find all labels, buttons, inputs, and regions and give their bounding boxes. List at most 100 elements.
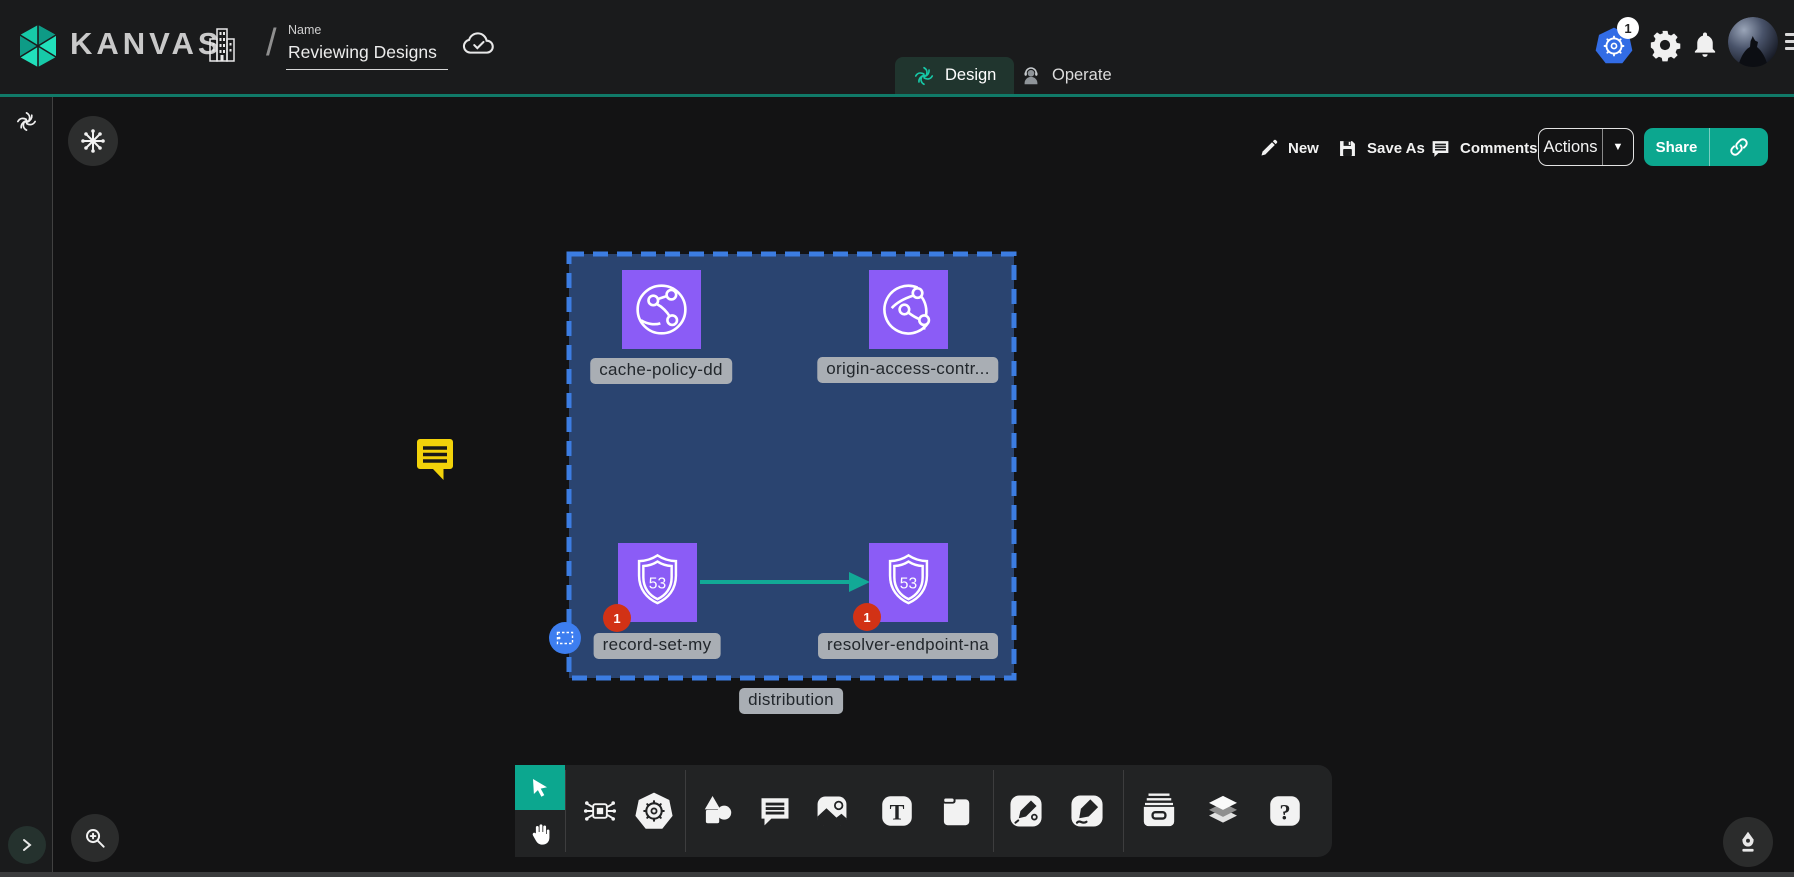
toolbar-divider <box>993 770 994 852</box>
group-label-distribution[interactable]: distribution <box>739 688 843 714</box>
header: KANVAS / Name <box>0 0 1794 94</box>
canvas-loader-button[interactable] <box>68 116 118 166</box>
drawer-icon <box>1138 790 1180 832</box>
dashed-rect-icon <box>556 631 574 645</box>
node-record-set[interactable]: 53 <box>618 543 697 622</box>
chip-icon <box>581 792 619 830</box>
sticky-note-icon <box>936 792 974 830</box>
node-label-resolver-endpoint[interactable]: resolver-endpoint-na <box>818 633 998 659</box>
link-icon <box>1728 136 1750 158</box>
organization-icon[interactable] <box>206 26 238 64</box>
tab-design-label: Design <box>945 66 996 85</box>
route53-shield-icon: 53 <box>618 543 697 622</box>
svg-text:53: 53 <box>649 575 666 592</box>
shapes-tool-button[interactable] <box>697 791 737 831</box>
snowflake-icon <box>80 128 106 154</box>
kubernetes-tool-button[interactable] <box>632 789 676 833</box>
actions-dropdown-button[interactable]: Actions ▼ <box>1538 128 1634 166</box>
actions-caret-icon[interactable]: ▼ <box>1603 141 1633 153</box>
pencil-scribble-icon <box>1067 791 1107 831</box>
design-name-input[interactable] <box>286 40 448 70</box>
help-button[interactable]: ? <box>1266 792 1304 830</box>
left-sidebar <box>0 97 53 877</box>
new-button[interactable]: New <box>1258 133 1319 163</box>
share-label: Share <box>1644 139 1709 156</box>
share-button[interactable]: Share <box>1644 128 1768 166</box>
svg-text:?: ? <box>1279 799 1290 824</box>
settings-gear-icon[interactable] <box>1648 28 1682 62</box>
toolbar-divider <box>685 770 686 852</box>
toolbar-divider <box>565 770 566 852</box>
svg-text:53: 53 <box>900 575 917 592</box>
pen-path-tool-button[interactable] <box>1006 791 1046 831</box>
layers-icon <box>1202 790 1244 832</box>
help-icon: ? <box>1266 792 1304 830</box>
meshery-spiral-icon[interactable] <box>15 110 38 133</box>
cloudfront-origin-access-icon <box>869 270 948 349</box>
cloud-saved-icon <box>461 28 497 58</box>
new-label: New <box>1288 140 1319 157</box>
drawer-tool-button[interactable] <box>1138 790 1180 832</box>
kubernetes-count-badge: 1 <box>1617 17 1639 39</box>
node-cache-policy[interactable] <box>622 270 701 349</box>
kanvas-app: KANVAS / Name <box>0 0 1794 877</box>
user-avatar[interactable] <box>1728 17 1778 67</box>
kubernetes-wheel-icon <box>632 789 676 833</box>
shapes-icon <box>697 791 737 831</box>
copy-link-button[interactable] <box>1710 136 1768 158</box>
chevron-right-icon <box>19 837 35 853</box>
comments-bubble-icon <box>1430 138 1451 159</box>
tab-operate-label: Operate <box>1052 66 1112 85</box>
save-as-button[interactable]: Save As <box>1337 133 1425 163</box>
select-tool-button[interactable] <box>515 765 565 810</box>
magnifier-plus-icon <box>82 825 108 851</box>
node-badge-record-set[interactable]: 1 <box>603 604 631 632</box>
expand-sidebar-button[interactable] <box>8 826 46 864</box>
actions-label: Actions <box>1539 138 1602 157</box>
tab-operate[interactable]: Operate <box>1002 57 1130 94</box>
kanvas-logo-icon[interactable] <box>14 22 62 70</box>
pen-path-icon <box>1006 791 1046 831</box>
pan-tool-button[interactable] <box>515 810 565 857</box>
node-badge-resolver-endpoint[interactable]: 1 <box>853 603 881 631</box>
pen-mode-button[interactable] <box>1723 817 1773 867</box>
save-floppy-icon <box>1337 138 1358 159</box>
group-drag-handle[interactable] <box>549 622 581 654</box>
design-spiral-icon <box>913 65 935 87</box>
text-tool-button[interactable]: T <box>878 792 916 830</box>
comment-bubble-icon <box>757 793 793 829</box>
breadcrumb-separator: / <box>266 22 277 65</box>
operator-headset-icon <box>1020 65 1042 87</box>
window-bottom-edge <box>0 872 1794 877</box>
sticky-note-tool-button[interactable] <box>936 792 974 830</box>
component-tool-button[interactable] <box>581 792 619 830</box>
route53-shield-icon: 53 <box>869 543 948 622</box>
header-accent-line <box>0 94 1794 97</box>
node-label-origin-access-control[interactable]: origin-access-contr... <box>817 357 998 383</box>
cursor-arrow-icon <box>528 776 552 800</box>
logo-wordmark: KANVAS <box>70 26 223 62</box>
hand-icon <box>527 821 553 847</box>
bottom-toolbar: T <box>515 765 1332 857</box>
comments-button[interactable]: Comments <box>1430 133 1538 163</box>
node-origin-access-control[interactable] <box>869 270 948 349</box>
comment-tool-button[interactable] <box>757 793 793 829</box>
image-tool-button[interactable] <box>812 791 852 831</box>
design-name-label: Name <box>288 23 321 37</box>
canvas-comment-pin[interactable] <box>412 436 458 483</box>
tab-design[interactable]: Design <box>895 57 1014 94</box>
pen-nib-icon <box>1735 829 1761 855</box>
notifications-bell-icon[interactable] <box>1690 28 1720 62</box>
node-label-cache-policy[interactable]: cache-policy-dd <box>590 358 732 384</box>
text-tool-icon: T <box>878 792 916 830</box>
hamburger-menu-icon[interactable] <box>1785 33 1794 55</box>
edge-record-to-resolver[interactable] <box>698 566 874 598</box>
freehand-draw-tool-button[interactable] <box>1067 791 1107 831</box>
cloudfront-cache-policy-icon <box>622 270 701 349</box>
zoom-in-button[interactable] <box>71 814 119 862</box>
node-label-record-set[interactable]: record-set-my <box>594 633 721 659</box>
node-resolver-endpoint[interactable]: 53 <box>869 543 948 622</box>
svg-text:T: T <box>890 799 905 824</box>
save-as-label: Save As <box>1367 140 1425 157</box>
layers-tool-button[interactable] <box>1202 790 1244 832</box>
